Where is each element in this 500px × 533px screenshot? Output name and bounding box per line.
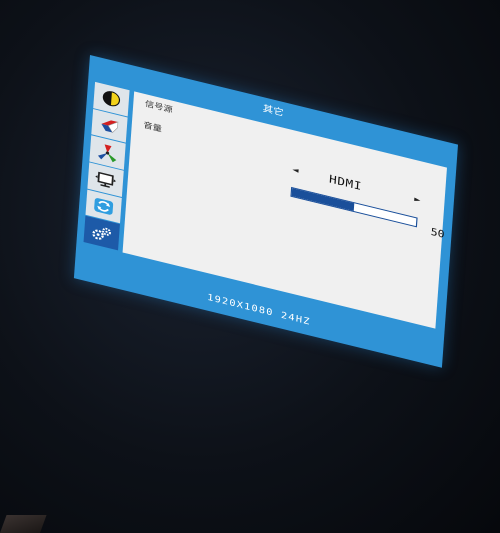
source-prev-arrow[interactable]: ◄ [292, 166, 299, 175]
reset-icon [94, 198, 114, 215]
volume-label: 音量 [143, 120, 163, 134]
settings-icon [92, 227, 112, 240]
monitor-bezel [0, 515, 47, 533]
source-next-arrow[interactable]: ► [414, 195, 421, 204]
volume-value: 50 [430, 226, 445, 241]
brightness-icon [102, 91, 121, 107]
osd-menu: 其它 信号源 音量 ◄ HDMI ► 50 1920X1080 24HZ [73, 55, 459, 368]
volume-slider-fill [291, 188, 355, 212]
color-icon [97, 144, 117, 162]
volume-slider[interactable] [290, 186, 418, 228]
monitor-screen: 其它 信号源 音量 ◄ HDMI ► 50 1920X1080 24HZ [0, 0, 500, 533]
signal-source-value: HDMI [328, 172, 363, 194]
signal-source-label: 信号源 [144, 99, 173, 115]
display-icon [95, 172, 116, 189]
menu-sidebar [83, 81, 130, 251]
image-icon [101, 120, 119, 133]
